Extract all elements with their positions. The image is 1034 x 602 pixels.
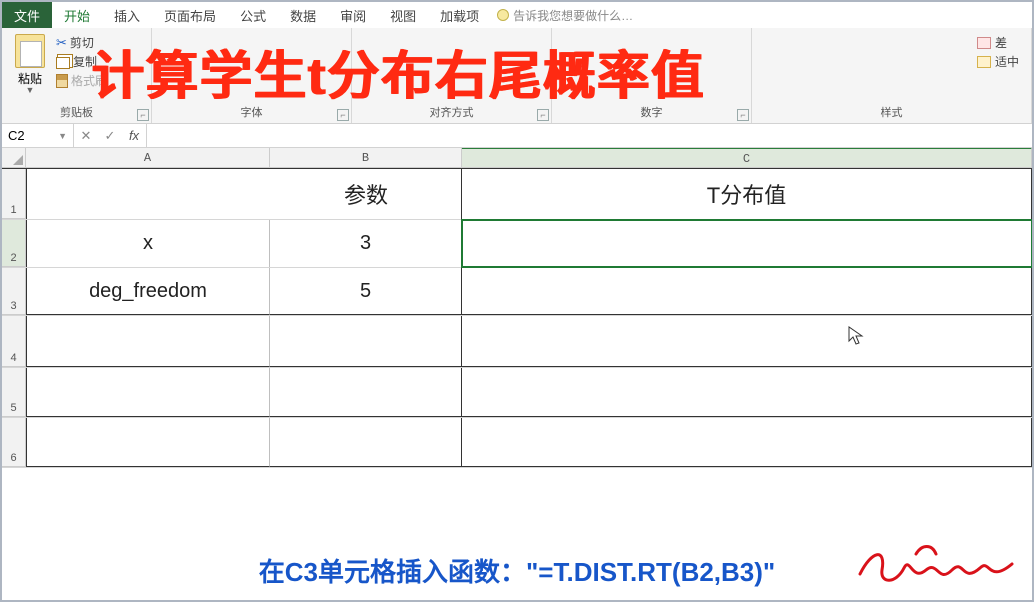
cancel-formula-button[interactable]: ✕	[74, 128, 98, 144]
cut-button[interactable]: ✂剪切	[56, 34, 107, 51]
row-header-6[interactable]: 6	[2, 418, 26, 467]
chevron-down-icon: ▼	[26, 85, 35, 95]
tell-me-label: 告诉我您想要做什么…	[513, 7, 633, 24]
format-painter-label: 格式刷	[71, 72, 107, 89]
tab-page-layout[interactable]: 页面布局	[152, 2, 228, 28]
copy-button[interactable]: 复制	[56, 53, 107, 70]
tab-home[interactable]: 开始	[52, 2, 102, 28]
group-label-clipboard: 剪贴板	[8, 105, 145, 123]
row-header-3[interactable]: 3	[2, 268, 26, 315]
cell-A6[interactable]	[26, 418, 270, 467]
cell-A3[interactable]: deg_freedom	[26, 268, 270, 315]
cell-B3-value: 5	[360, 280, 371, 303]
style-neutral[interactable]: 适中	[977, 53, 1019, 70]
tell-me-search[interactable]: 告诉我您想要做什么…	[497, 2, 633, 28]
row-header-1[interactable]: 1	[2, 169, 26, 219]
group-label-font: 字体	[158, 105, 345, 123]
scissors-icon: ✂	[56, 35, 67, 51]
group-label-alignment: 对齐方式	[358, 105, 545, 123]
cell-B2-value: 3	[360, 232, 371, 255]
tab-data[interactable]: 数据	[278, 2, 328, 28]
row-header-2[interactable]: 2	[2, 220, 26, 267]
worksheet-grid: A B C 1 参数 T分布值 2 x 3 3	[2, 148, 1032, 546]
group-label-number: 数字	[558, 105, 745, 123]
header-tdist: T分布值	[707, 178, 786, 210]
tutorial-caption: 在C3单元格插入函数："=T.DIST.RT(B2,B3)"	[2, 548, 1032, 592]
cell-B1[interactable]: 参数	[270, 169, 462, 219]
row-header-4[interactable]: 4	[2, 316, 26, 367]
cell-C6[interactable]	[462, 418, 1032, 467]
tab-addins[interactable]: 加载项	[428, 2, 491, 28]
ribbon-tabs: 文件 开始 插入 页面布局 公式 数据 审阅 视图 加载项 告诉我您想要做什么…	[2, 2, 1032, 28]
ribbon: 粘贴 ▼ ✂剪切 复制 格式刷 剪贴板 ⌐ 字体 ⌐ 对齐方式 ⌐	[2, 28, 1032, 124]
enter-formula-button[interactable]: ✓	[98, 128, 122, 144]
tab-insert[interactable]: 插入	[102, 2, 152, 28]
clipboard-launcher[interactable]: ⌐	[137, 109, 149, 121]
name-box-value: C2	[8, 128, 25, 143]
cell-A3-value: deg_freedom	[89, 280, 207, 303]
select-all-corner[interactable]	[2, 148, 26, 167]
chevron-down-icon: ▼	[58, 131, 67, 141]
style-swatch-bad-icon	[977, 37, 991, 49]
caption-text: 在C3单元格插入函数："=T.DIST.RT(B2,B3)"	[259, 552, 776, 589]
copy-icon	[56, 57, 70, 69]
cell-C1[interactable]: T分布值	[462, 169, 1032, 219]
column-header-B[interactable]: B	[270, 148, 462, 167]
paste-button[interactable]: 粘贴 ▼	[8, 30, 52, 95]
alignment-launcher[interactable]: ⌐	[537, 109, 549, 121]
group-label-styles: 样式	[758, 105, 1025, 123]
tab-view[interactable]: 视图	[378, 2, 428, 28]
cell-B4[interactable]	[270, 316, 462, 367]
column-header-A[interactable]: A	[26, 148, 270, 167]
number-launcher[interactable]: ⌐	[737, 109, 749, 121]
name-box[interactable]: C2 ▼	[2, 124, 74, 147]
cell-B3[interactable]: 5	[270, 268, 462, 315]
cell-C2[interactable]	[462, 220, 1032, 267]
cell-B2[interactable]: 3	[270, 220, 462, 267]
copy-label: 复制	[73, 53, 97, 70]
insert-function-button[interactable]: fx	[122, 128, 146, 143]
cell-C3[interactable]	[462, 268, 1032, 315]
format-painter-button[interactable]: 格式刷	[56, 72, 107, 89]
style-swatch-neutral-icon	[977, 56, 991, 68]
brush-icon	[56, 74, 68, 88]
font-launcher[interactable]: ⌐	[337, 109, 349, 121]
cell-A4[interactable]	[26, 316, 270, 367]
cell-A5[interactable]	[26, 368, 270, 417]
cell-B5[interactable]	[270, 368, 462, 417]
tab-file[interactable]: 文件	[2, 2, 52, 28]
style-bad-label: 差	[995, 34, 1007, 51]
style-bad[interactable]: 差	[977, 34, 1019, 51]
cell-B6[interactable]	[270, 418, 462, 467]
tab-review[interactable]: 审阅	[328, 2, 378, 28]
bulb-icon	[497, 9, 509, 21]
row-header-5[interactable]: 5	[2, 368, 26, 417]
cell-A2[interactable]: x	[26, 220, 270, 267]
tab-formulas[interactable]: 公式	[228, 2, 278, 28]
cell-C5[interactable]	[462, 368, 1032, 417]
column-header-C[interactable]: C	[462, 148, 1032, 167]
style-neutral-label: 适中	[995, 53, 1019, 70]
formula-bar: C2 ▼ ✕ ✓ fx	[2, 124, 1032, 148]
cell-A2-value: x	[143, 232, 153, 255]
formula-input[interactable]	[147, 124, 1032, 147]
cell-C4[interactable]	[462, 316, 1032, 367]
cut-label: 剪切	[70, 34, 94, 51]
paste-icon	[15, 34, 45, 68]
